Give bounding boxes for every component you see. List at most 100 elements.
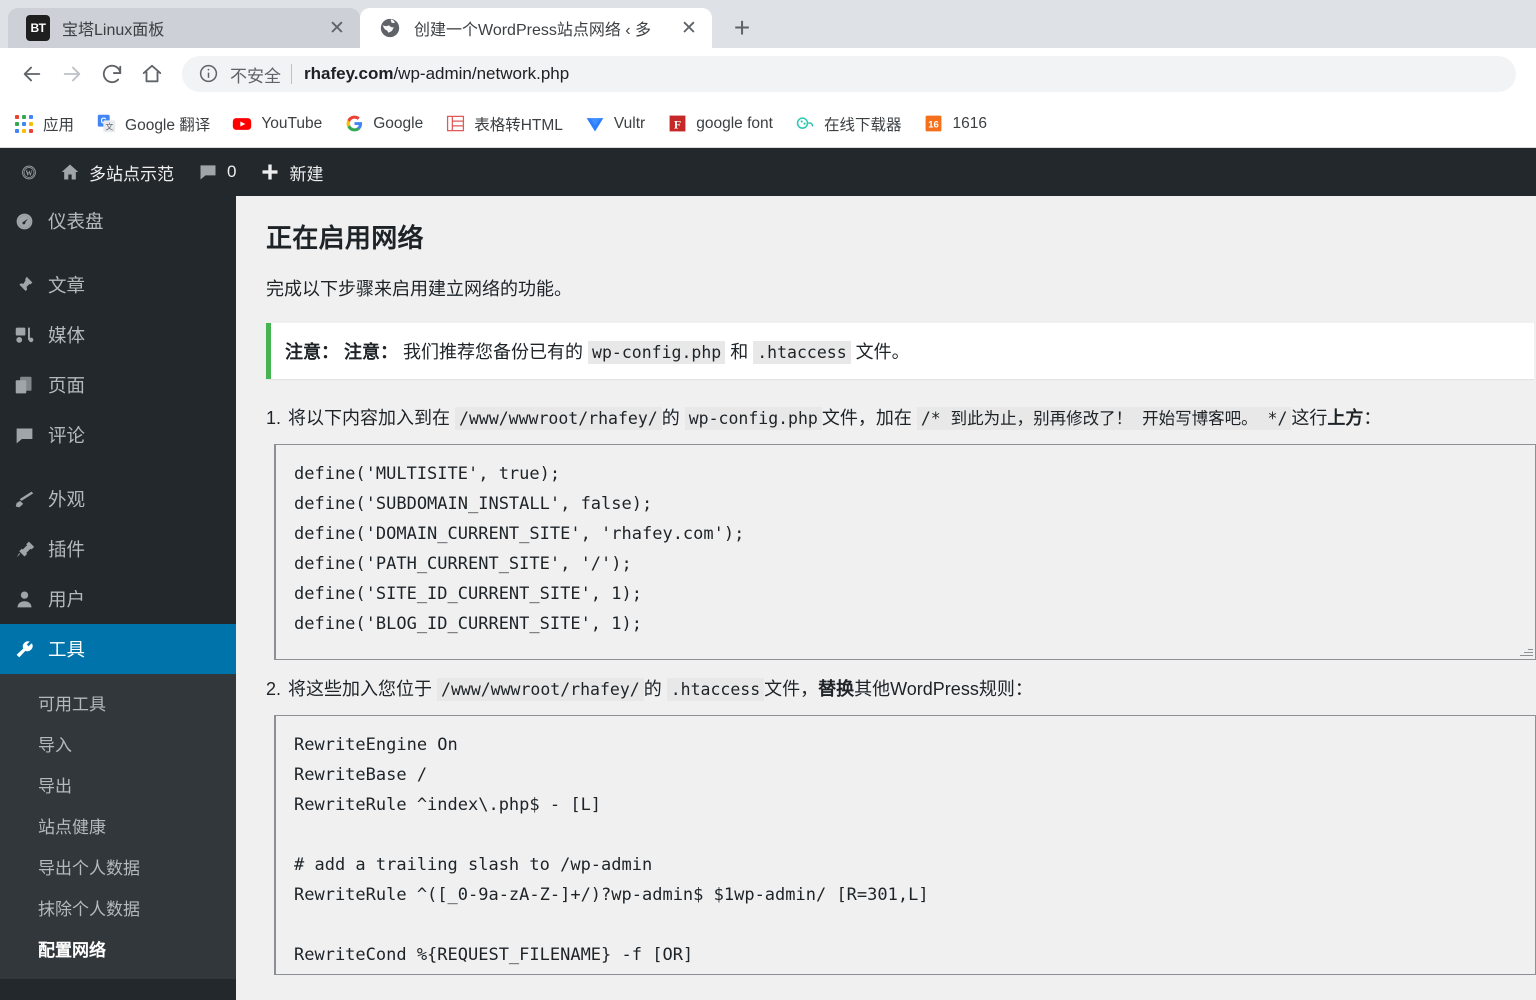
bt-panel-icon: BT (26, 15, 50, 41)
step-1-bold-above: 上方 (1327, 408, 1364, 428)
step-2-file-code: .htaccess (666, 678, 765, 701)
bookmark-google-translate[interactable]: G文 Google 翻译 (96, 113, 210, 135)
notice-strong-1: 注意： (285, 342, 339, 362)
tools-wrench-icon (14, 639, 48, 660)
tab-strip: BT 宝塔Linux面板 ✕ 创建一个WordPress站点网络 ‹ 多 ✕ + (0, 0, 1536, 48)
bookmark-1616[interactable]: 16 1616 (923, 114, 987, 134)
sidebar-item-tools[interactable]: 工具 (0, 624, 244, 674)
sidebar-item-comments[interactable]: 评论 (0, 410, 236, 460)
sidebar-item-posts[interactable]: 文章 (0, 260, 236, 310)
wp-config-code-textarea[interactable]: define('MULTISITE', true); define('SUBDO… (274, 444, 1536, 660)
sidebar-item-media-label: 媒体 (48, 325, 86, 346)
notice-code-htaccess: .htaccess (753, 341, 851, 364)
media-icon (14, 325, 48, 346)
page-title: 正在启用网络 (266, 223, 424, 253)
bookmark-online-downloader[interactable]: 在线下载器 (795, 113, 902, 135)
bookmark-youtube[interactable]: YouTube (232, 114, 322, 134)
sidebar-item-comments-label: 评论 (48, 425, 86, 446)
backup-notice: 注意： 注意： 我们推荐您备份已有的 wp-config.php 和 .htac… (266, 323, 1534, 379)
address-bar[interactable]: 不安全 rhafey.com/wp-admin/network.php (182, 56, 1516, 92)
dashboard-icon (14, 211, 48, 232)
admin-bar-new-label: 新建 (289, 164, 324, 184)
sidebar-item-media[interactable]: 媒体 (0, 310, 236, 360)
step-1-text-4: 这行 (1291, 408, 1328, 428)
sidebar-item-plugins-label: 插件 (48, 539, 86, 560)
sidebar-item-appearance[interactable]: 外观 (0, 474, 236, 524)
bookmark-youtube-label: YouTube (261, 114, 323, 132)
step-1-text-1: 将以下内容加入到在 (288, 408, 450, 428)
step-1-text-2: 的 (661, 408, 680, 428)
sidebar-submenu-tools: 可用工具 导入 导出 站点健康 导出个人数据 抹除个人数据 配置网络 (0, 674, 236, 979)
step-2-text-4: 其他WordPress规则： (854, 679, 1033, 699)
appearance-brush-icon (14, 489, 48, 510)
step-1-file-code: wp-config.php (684, 407, 822, 430)
forward-arrow-icon[interactable] (52, 54, 92, 94)
svg-text:W: W (26, 169, 33, 177)
bookmark-online-downloader-label: 在线下载器 (823, 116, 902, 134)
bookmark-google-translate-label: Google 翻译 (125, 116, 211, 134)
sidebar-item-dashboard[interactable]: 仪表盘 (0, 196, 236, 246)
sidebar-item-plugins[interactable]: 插件 (0, 524, 236, 574)
home-icon (60, 162, 80, 182)
submenu-item-site-health[interactable]: 站点健康 (0, 805, 236, 846)
plus-icon (260, 162, 280, 182)
htaccess-code-textarea[interactable]: RewriteEngine On RewriteBase / RewriteRu… (274, 715, 1536, 975)
sidebar-item-pages-label: 页面 (48, 375, 86, 396)
browser-tab-2[interactable]: 创建一个WordPress站点网络 ‹ 多 ✕ (360, 8, 712, 48)
address-bar-url: rhafey.com/wp-admin/network.php (304, 64, 569, 84)
sidebar-item-tools-label: 工具 (48, 639, 86, 660)
globe-icon (378, 16, 402, 40)
bookmark-vultr[interactable]: Vultr (585, 114, 645, 134)
site-info-icon[interactable] (198, 63, 220, 85)
notice-text-mid: 和 (730, 342, 749, 362)
step-2-number: 2. (266, 679, 282, 699)
bookmark-apps[interactable]: 应用 (14, 113, 74, 135)
google-icon (344, 114, 364, 134)
browser-chrome: BT 宝塔Linux面板 ✕ 创建一个WordPress站点网络 ‹ 多 ✕ + (0, 0, 1536, 148)
browser-tab-1[interactable]: BT 宝塔Linux面板 ✕ (8, 8, 360, 48)
browser-tab-2-close-icon[interactable]: ✕ (676, 15, 702, 41)
submenu-item-network-setup[interactable]: 配置网络 (0, 928, 236, 969)
online-downloader-icon (795, 114, 815, 134)
notice-text-after: 文件。 (855, 342, 910, 362)
setup-steps-list: 1. 将以下内容加入到在 /www/wwwroot/rhafey/的 wp-con… (266, 405, 1536, 975)
admin-bar-comments[interactable]: 0 (186, 148, 248, 196)
new-tab-button[interactable]: + (722, 8, 762, 48)
sidebar-item-dashboard-label: 仪表盘 (48, 211, 104, 232)
wp-admin-body: 仪表盘 文章 媒体 页面 评论 外观 插件 用户 工具 可用工具 导入 导出 站… (0, 196, 1536, 1000)
step-2-text-2: 的 (643, 679, 662, 699)
bookmark-table-to-html[interactable]: 表格转HTML (445, 113, 563, 135)
url-host: rhafey.com (304, 64, 394, 83)
bookmark-google-font[interactable]: F google font (667, 114, 773, 134)
bookmark-google-label: Google (373, 114, 424, 132)
submenu-item-export-personal-data[interactable]: 导出个人数据 (0, 846, 236, 887)
browser-tab-1-close-icon[interactable]: ✕ (324, 15, 350, 41)
sidebar-item-users-label: 用户 (48, 589, 86, 610)
submenu-item-erase-personal-data[interactable]: 抹除个人数据 (0, 887, 236, 928)
pages-icon (14, 375, 48, 396)
youtube-icon (232, 114, 252, 134)
home-icon[interactable] (132, 54, 172, 94)
comment-bubble-icon (198, 162, 218, 182)
textarea-resize-grip[interactable] (1519, 643, 1533, 657)
bookmark-vultr-label: Vultr (613, 114, 646, 132)
browser-toolbar: 不安全 rhafey.com/wp-admin/network.php (0, 48, 1536, 100)
submenu-item-import[interactable]: 导入 (0, 723, 236, 764)
bookmark-google[interactable]: Google (344, 114, 423, 134)
admin-bar-new-content[interactable]: 新建 (248, 148, 335, 196)
admin-bar-site-name[interactable]: 多站点示范 (48, 148, 186, 196)
step-2-path-code: /www/wwwroot/rhafey/ (437, 678, 644, 701)
back-arrow-icon[interactable] (12, 54, 52, 94)
sidebar-item-pages[interactable]: 页面 (0, 360, 236, 410)
step-2-text-1: 将这些加入您位于 (288, 679, 432, 699)
step-2-text-3: 文件， (764, 679, 819, 699)
submenu-item-export[interactable]: 导出 (0, 764, 236, 805)
wordpress-logo-icon[interactable]: W (10, 148, 48, 196)
reload-icon[interactable] (92, 54, 132, 94)
page-lead-text: 完成以下步骤来启用建立网络的功能。 (266, 279, 572, 299)
submenu-item-available-tools[interactable]: 可用工具 (0, 682, 236, 723)
wp-admin-bar: W 多站点示范 0 新建 (0, 148, 1536, 196)
bookmark-table-to-html-label: 表格转HTML (474, 116, 563, 134)
security-status-label: 不安全 (230, 66, 281, 86)
sidebar-item-users[interactable]: 用户 (0, 574, 236, 624)
